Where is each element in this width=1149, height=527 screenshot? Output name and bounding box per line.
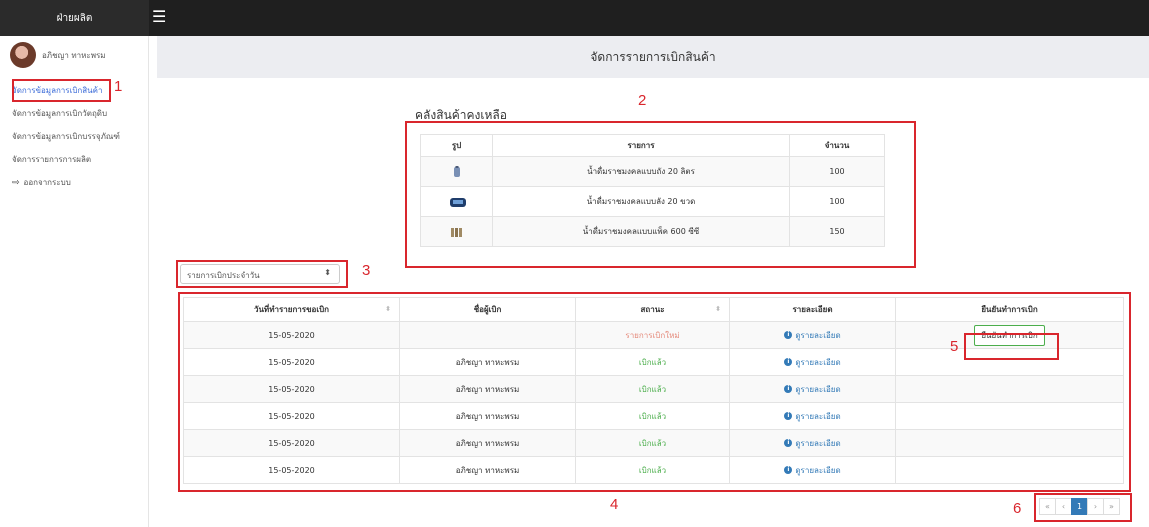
sidebar-item-packaging-withdrawal[interactable]: จัดการข้อมูลการเบิกบรรจุภัณฑ์: [12, 128, 142, 151]
annotation-box-1: [12, 79, 111, 102]
annotation-box-3: [176, 260, 348, 288]
avatar: [10, 42, 36, 68]
logout-label: ออกจากระบบ: [23, 178, 71, 187]
annotation-label-2: 2: [638, 92, 647, 109]
sidebar: อภิชญา ทาหะพรม จัดการข้อมูลการเบิกสินค้า…: [0, 36, 149, 527]
annotation-box-2: [405, 121, 916, 268]
annotation-label-4: 4: [610, 496, 619, 513]
brand-title: ฝ่ายผลิต: [0, 0, 149, 36]
annotation-label-1: 1: [114, 78, 123, 95]
annotation-label-5: 5: [950, 338, 959, 355]
sidebar-item-material-withdrawal[interactable]: จัดการข้อมูลการเบิกวัตถุดิบ: [12, 105, 142, 128]
annotation-box-6: [1034, 493, 1132, 522]
annotation-label-6: 6: [1013, 500, 1022, 517]
annotation-box-5: [964, 333, 1059, 360]
sidebar-item-production-list[interactable]: จัดการรายการการผลิต: [12, 151, 142, 174]
hamburger-menu-icon[interactable]: ☰: [152, 8, 168, 26]
sidebar-item-logout[interactable]: ⇨ ออกจากระบบ: [12, 174, 142, 197]
page-title: จัดการรายการเบิกสินค้า: [157, 36, 1149, 78]
annotation-box-4: [178, 292, 1131, 492]
user-name: อภิชญา ทาหะพรม: [42, 50, 106, 60]
top-navbar: ฝ่ายผลิต ☰: [0, 0, 1149, 36]
annotation-label-3: 3: [362, 262, 371, 279]
logout-icon: ⇨: [12, 178, 20, 188]
user-profile: อภิชญา ทาหะพรม: [10, 42, 106, 68]
